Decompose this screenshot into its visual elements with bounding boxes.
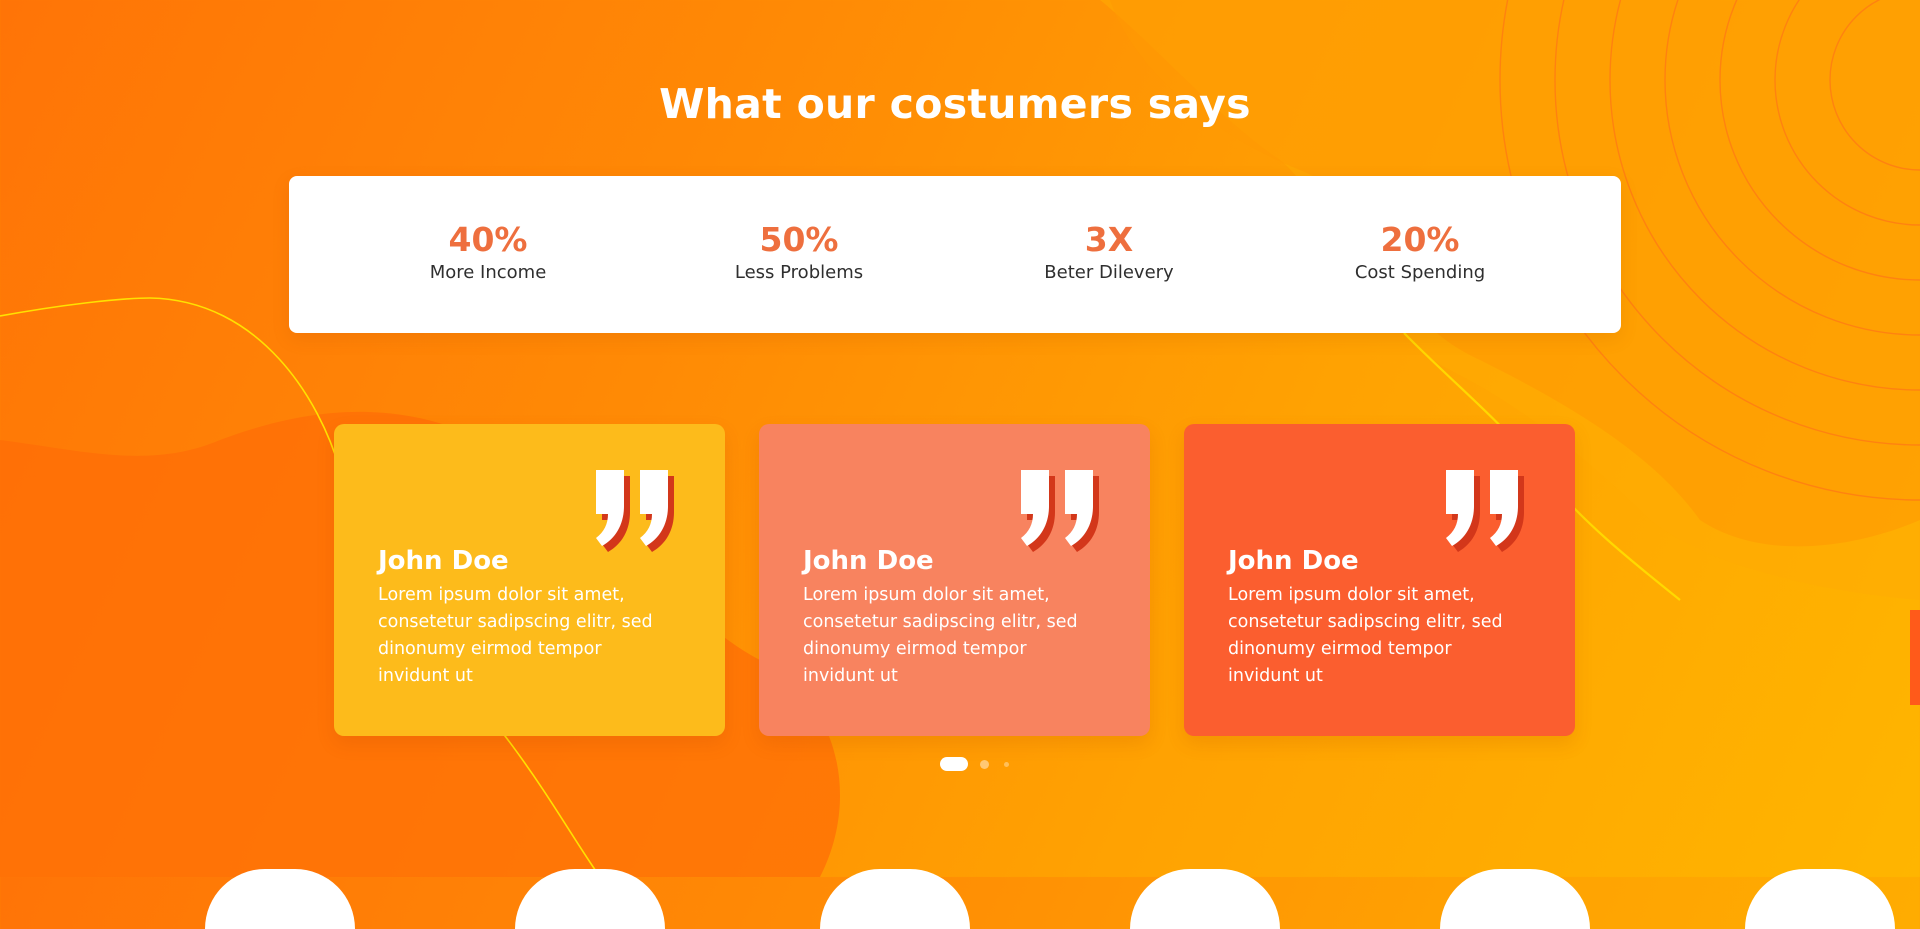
quote-icon bbox=[596, 470, 674, 552]
testimonial-name: John Doe bbox=[803, 546, 934, 576]
next-section-item bbox=[1440, 869, 1590, 929]
stats-panel: 40% More Income 50% Less Problems 3X Beter Di… bbox=[289, 176, 1621, 333]
stat-label: Cost Spending bbox=[1354, 262, 1486, 283]
testimonial-text: Lorem ipsum dolor sit amet, consetetur s… bbox=[803, 585, 1078, 686]
testimonial-text: Lorem ipsum dolor sit amet, consetetur s… bbox=[378, 585, 653, 686]
carousel-dot-2[interactable] bbox=[980, 760, 989, 769]
quote-icon bbox=[1021, 470, 1099, 552]
testimonial-card: John Doe Lorem ipsum dolor sit amet, cons… bbox=[334, 424, 725, 736]
next-section-item bbox=[515, 869, 665, 929]
next-section-item bbox=[205, 869, 355, 929]
carousel-dot-3[interactable] bbox=[1004, 762, 1009, 767]
section-title: What our costumers says bbox=[659, 80, 1251, 128]
stat-label: Less Problems bbox=[734, 262, 864, 283]
testimonial-name: John Doe bbox=[1228, 546, 1359, 576]
next-section-edge bbox=[0, 864, 1920, 929]
stat-value: 3X bbox=[1084, 220, 1134, 259]
stat-label: Beter Dilevery bbox=[1044, 262, 1174, 283]
stat-label: More Income bbox=[429, 262, 547, 283]
next-section-item bbox=[1130, 869, 1280, 929]
next-section-item bbox=[820, 869, 970, 929]
stat-more-income: 40% More Income bbox=[338, 220, 638, 286]
quote-icon bbox=[1446, 470, 1524, 552]
testimonial-card: John Doe Lorem ipsum dolor sit amet, cons… bbox=[759, 424, 1150, 736]
testimonial-text: Lorem ipsum dolor sit amet, consetetur s… bbox=[1228, 585, 1503, 686]
testimonial-card: John Doe Lorem ipsum dolor sit amet, cons… bbox=[1184, 424, 1575, 736]
stat-value: 20% bbox=[1380, 220, 1460, 259]
stat-cost-spending: 20% Cost Spending bbox=[1270, 220, 1570, 286]
stat-better-delivery: 3X Beter Dilevery bbox=[959, 220, 1259, 286]
stat-less-problems: 50% Less Problems bbox=[649, 220, 949, 286]
carousel-dot-1[interactable] bbox=[940, 757, 968, 771]
scroll-indicator[interactable] bbox=[1910, 610, 1920, 705]
stat-value: 40% bbox=[448, 220, 528, 259]
testimonial-name: John Doe bbox=[378, 546, 509, 576]
stat-value: 50% bbox=[759, 220, 839, 259]
next-section-item bbox=[1745, 869, 1895, 929]
